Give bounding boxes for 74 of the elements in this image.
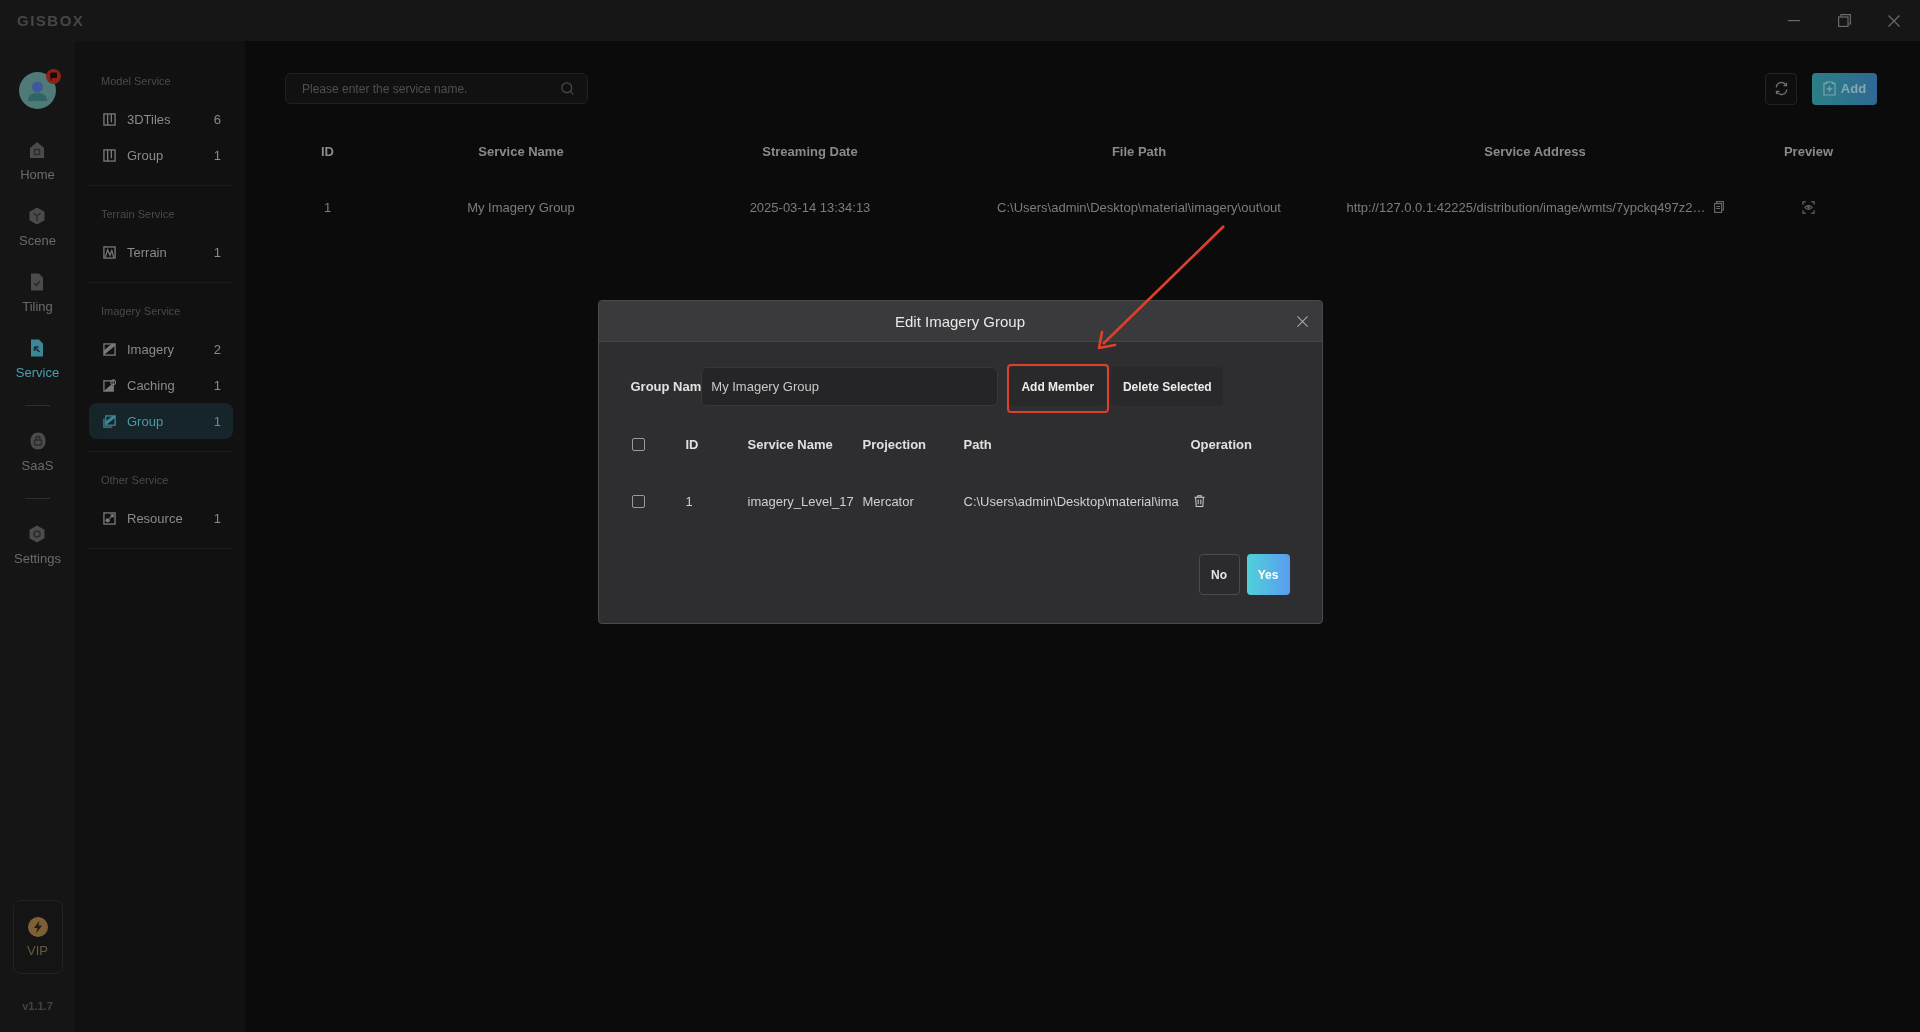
minimize-icon[interactable] [1788,19,1800,22]
image-shapes-icon [103,511,116,525]
field-label: Group Nam [630,379,702,394]
cube-icon [27,206,48,226]
row-checkbox[interactable] [631,494,645,508]
stacked-images-icon [103,414,116,428]
nav-item[interactable]: Settings [14,524,61,567]
sidebar-item[interactable]: Terrain 1 [89,234,233,270]
column-header: Preview [1783,143,1834,159]
table-cell-text: 1 [685,493,694,509]
column-header: Projection [862,436,928,452]
nav-item[interactable]: Tiling [15,272,60,315]
flag-badge-icon [46,69,61,84]
nav-item[interactable]: Scene [15,206,60,249]
delete-selected-button[interactable]: Delete Selected [1111,367,1224,406]
add-member-button[interactable]: Add Member [1009,367,1107,406]
select-all-checkbox[interactable] [631,437,645,451]
search-field[interactable]: Please enter the service name. [285,73,588,104]
cancel-button[interactable]: No [1198,554,1240,595]
sidebar-item[interactable]: Group 1 [89,137,233,173]
column-header: Path [963,436,993,452]
table-cell: My Imagery Group [467,199,575,215]
item-count: 6 [213,111,221,127]
column-header: ID [685,436,700,452]
column-header: Service Address [1484,143,1586,159]
group-name-input[interactable]: My Imagery Group [701,367,999,406]
add-document-icon [1822,81,1836,96]
table-cell: 2025-03-14 13:34:13 [749,199,871,215]
item-count: 1 [213,147,221,163]
nav-item[interactable]: SaaS [21,431,54,474]
sidebar-item[interactable]: Caching 1 [89,367,233,403]
table-cell-text: imagery_Level_17 [747,493,855,509]
section-title: Terrain Service [100,207,175,222]
copy-icon[interactable] [1713,201,1724,213]
item-count: 1 [213,377,221,393]
column-header: ID [321,143,334,159]
avatar-icon[interactable] [19,72,56,109]
close-icon[interactable] [1296,315,1308,327]
sidebar-item[interactable]: Imagery 2 [89,331,233,367]
nav-item[interactable]: Home [15,140,60,183]
eye-scan-icon[interactable] [1802,200,1815,214]
version-label: v1.1.7 [22,999,53,1013]
column-header: File Path [1111,143,1167,159]
sidebar-item[interactable]: Group 1 [89,403,233,439]
item-count: 1 [213,413,221,429]
nav-item[interactable]: Service [15,338,60,381]
restore-icon[interactable] [1837,14,1851,27]
dialog-title: Edit Imagery Group [894,312,1026,330]
close-icon[interactable] [1888,14,1900,27]
column-header: Service Name [747,436,834,452]
table-cell: 1 [323,199,332,215]
image-clock-icon [103,378,116,392]
columns-icon [103,112,116,126]
sidebar-item[interactable]: 3DTiles 6 [89,101,233,137]
columns-icon [103,148,116,162]
image-icon [103,342,116,356]
table-cell: C:\Users\admin\Desktop\material\imagery\out\out [997,199,1281,215]
search-icon[interactable] [561,82,574,95]
refresh-icon [1773,81,1789,96]
column-header: Service Name [478,143,564,159]
item-count: 2 [213,341,221,357]
item-count: 1 [213,244,221,260]
column-header: Operation [1190,436,1253,452]
refresh-button[interactable] [1765,72,1797,105]
sidebar-item[interactable]: Resource 1 [89,500,233,536]
column-header: Streaming Date [762,143,858,159]
table-cell-text: C:\Users\admin\Desktop\material\ima [963,493,1180,509]
table-cell-text: Mercator [862,493,915,509]
hexagon-icon [27,524,48,544]
table-cell: http://127.0.0.1:42225/distribution/image/wmts/7ypckq497z2… [1346,199,1706,215]
item-count: 1 [213,510,221,526]
trash-icon[interactable] [1193,495,1205,507]
lightning-icon [27,916,48,937]
mountain-icon [103,245,116,259]
